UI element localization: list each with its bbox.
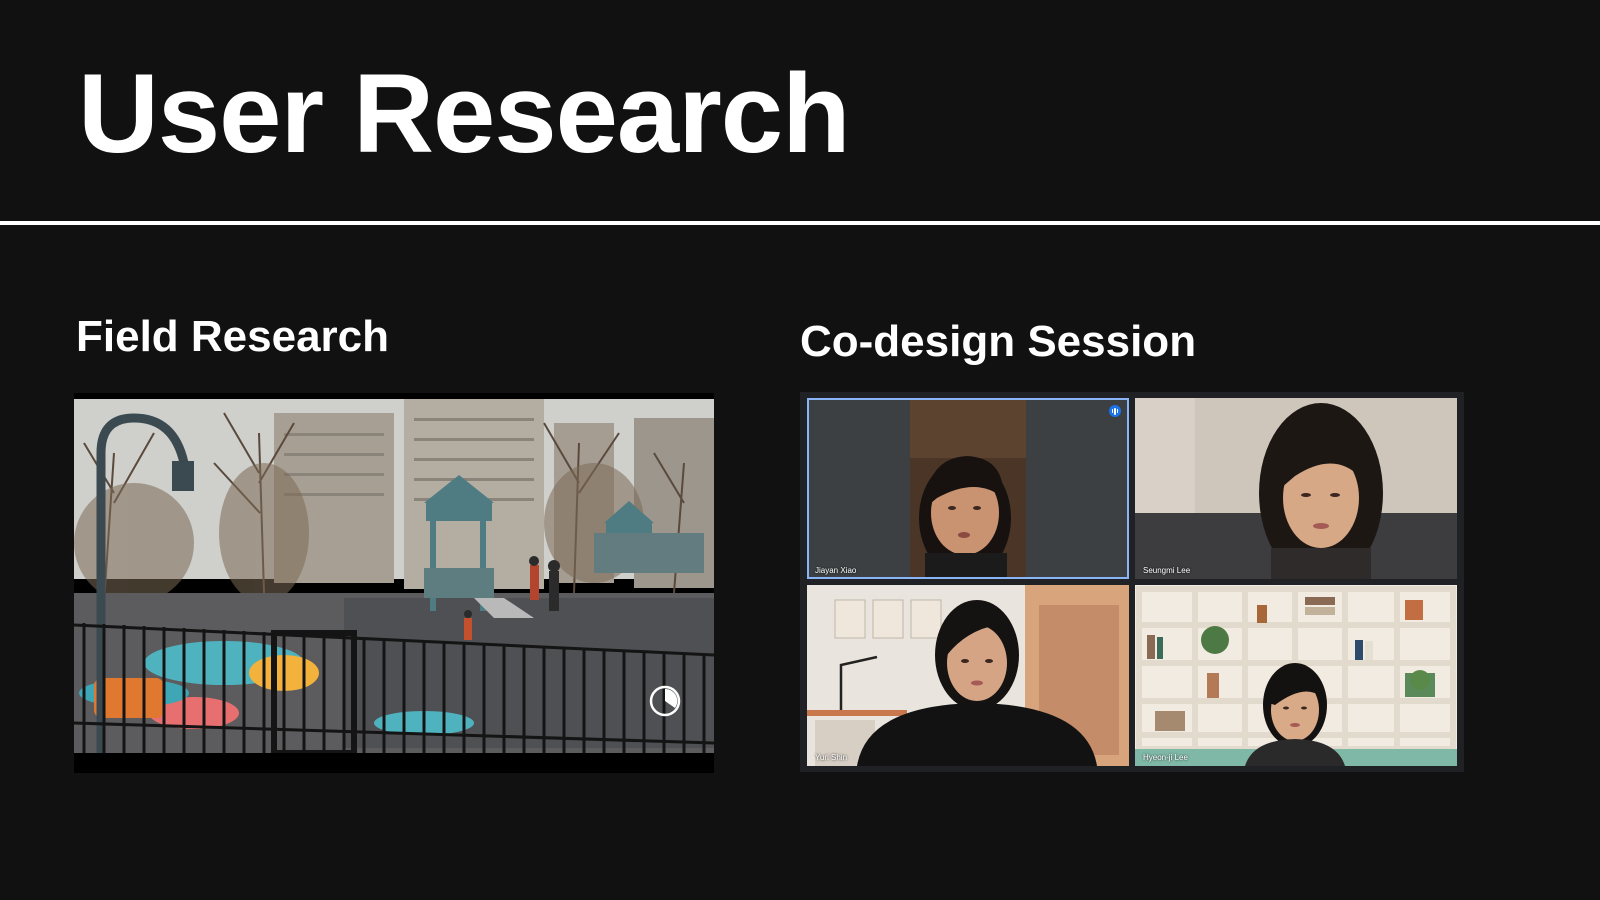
participant-video-2 <box>1135 398 1457 579</box>
participant-video-4 <box>1135 585 1457 766</box>
slide-title: User Research <box>78 51 850 176</box>
field-research-heading: Field Research <box>76 312 390 361</box>
participant-name: Hyeon-ji Lee <box>1143 753 1188 762</box>
video-call-grid: Jiayan Xiao Seungmi Lee Yuri Shin Hyeon-… <box>800 392 1464 772</box>
speaking-indicator-icon <box>1109 405 1121 417</box>
title-divider <box>0 221 1600 225</box>
participant-video-3 <box>807 585 1129 766</box>
participant-name: Jiayan Xiao <box>815 566 857 575</box>
participant-tile-1[interactable]: Jiayan Xiao <box>807 398 1129 579</box>
field-research-photo <box>74 393 714 773</box>
participant-tile-2[interactable]: Seungmi Lee <box>1135 398 1457 579</box>
participant-video-1 <box>807 398 1129 579</box>
participant-name: Yuri Shin <box>815 753 848 762</box>
codesign-session-heading: Co-design Session <box>800 317 1197 366</box>
participant-name: Seungmi Lee <box>1143 566 1191 575</box>
participant-tile-3[interactable]: Yuri Shin <box>807 585 1129 766</box>
participant-tile-4[interactable]: Hyeon-ji Lee <box>1135 585 1457 766</box>
